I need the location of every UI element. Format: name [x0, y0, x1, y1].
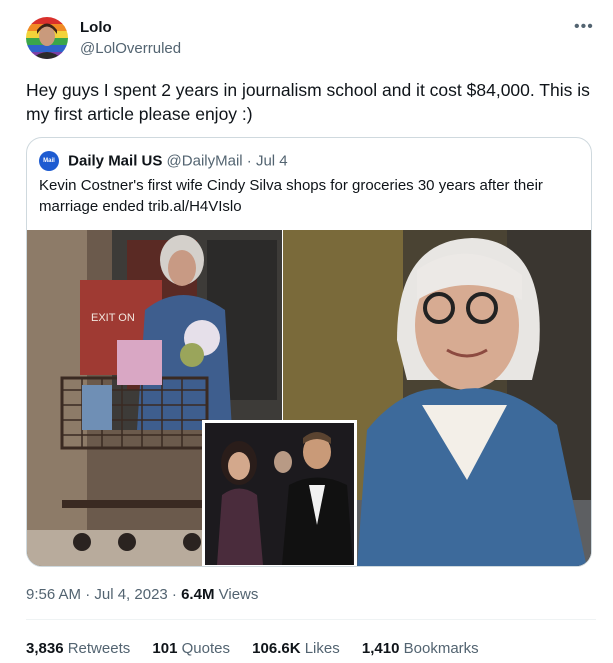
retweets-stat[interactable]: 3,836 Retweets — [26, 640, 130, 657]
quotes-count: 101 — [152, 640, 178, 657]
more-options-button[interactable]: ••• — [574, 18, 594, 36]
divider — [26, 619, 596, 620]
views-count: 6.4M — [181, 586, 215, 603]
quoted-tweet-header: Mail Daily Mail US @DailyMail · Jul 4 — [39, 151, 288, 171]
likes-label: Likes — [304, 640, 340, 657]
quoted-author-name[interactable]: Daily Mail US — [68, 153, 162, 170]
bookmarks-label: Bookmarks — [403, 640, 479, 657]
photo-collage: EXIT ON — [27, 230, 591, 566]
quoted-date[interactable]: Jul 4 — [256, 153, 288, 170]
likes-stat[interactable]: 106.6K Likes — [252, 640, 340, 657]
ellipsis-icon: ••• — [574, 18, 594, 35]
tweet-timestamp[interactable]: 9:56 AM · Jul 4, 2023 · 6.4M Views — [26, 586, 258, 603]
quotes-stat[interactable]: 101 Quotes — [152, 640, 230, 657]
quoted-separator: · — [246, 152, 252, 170]
daily-mail-logo-icon: Mail — [39, 151, 59, 171]
tweet: Lolo @LolOverruled ••• Hey guys I spent … — [0, 0, 613, 663]
quoted-photos[interactable]: EXIT ON — [27, 230, 591, 566]
quotes-label: Quotes — [181, 640, 230, 657]
avatar-photo-icon — [26, 17, 68, 59]
avatar[interactable] — [26, 17, 68, 59]
views-label: Views — [218, 586, 259, 603]
timestamp-time-date: 9:56 AM · Jul 4, 2023 · — [26, 586, 182, 603]
tweet-text: Hey guys I spent 2 years in journalism s… — [26, 80, 590, 124]
quoted-tweet[interactable]: Mail Daily Mail US @DailyMail · Jul 4 Ke… — [26, 137, 592, 567]
engagement-stats: 3,836 Retweets 101 Quotes 106.6K Likes 1… — [26, 640, 497, 657]
quoted-author-handle[interactable]: @DailyMail — [167, 153, 243, 170]
bookmarks-stat[interactable]: 1,410 Bookmarks — [362, 640, 479, 657]
likes-count: 106.6K — [252, 640, 301, 657]
exit-sign-text: EXIT ON — [91, 312, 135, 324]
quoted-tweet-text: Kevin Costner's first wife Cindy Silva s… — [39, 177, 543, 215]
retweets-label: Retweets — [67, 640, 131, 657]
retweets-count: 3,836 — [26, 640, 64, 657]
author-display-name[interactable]: Lolo — [80, 19, 112, 36]
author-handle[interactable]: @LolOverruled — [80, 40, 181, 57]
bookmarks-count: 1,410 — [361, 640, 400, 657]
